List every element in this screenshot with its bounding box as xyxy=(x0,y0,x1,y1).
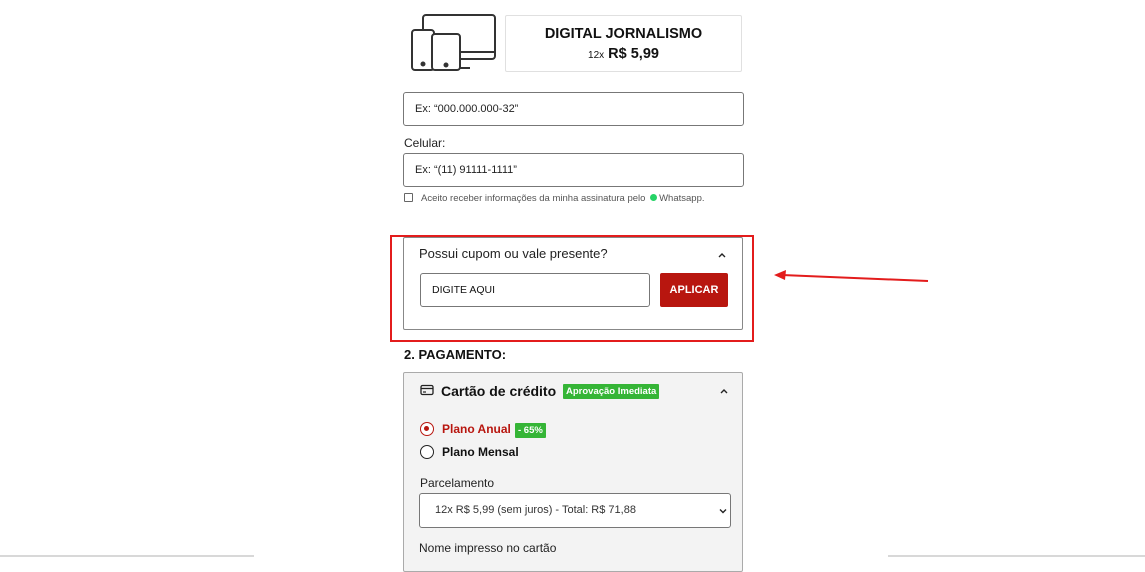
product-price: 12x R$ 5,99 xyxy=(506,45,741,62)
payment-section-title: 2. PAGAMENTO: xyxy=(404,347,507,362)
coupon-input[interactable]: DIGITE AQUI xyxy=(420,273,650,307)
plan-monthly-radio[interactable] xyxy=(420,445,434,459)
coupon-title: Possui cupom ou vale presente? xyxy=(419,246,608,261)
consent-channel: Whatsapp. xyxy=(659,193,705,204)
credit-card-icon xyxy=(420,384,434,396)
discount-badge: - 65% xyxy=(515,423,546,438)
phone-label: Celular: xyxy=(404,136,446,150)
price-value: R$ 5,99 xyxy=(608,46,659,62)
card-name-label: Nome impresso no cartão xyxy=(419,541,557,555)
plan-annual-radio[interactable] xyxy=(420,422,434,436)
whatsapp-icon xyxy=(650,194,658,201)
installments-select[interactable]: 12x R$ 5,99 (sem juros) - Total: R$ 71,8… xyxy=(419,493,731,528)
approval-badge: Aprovação Imediata xyxy=(563,384,660,399)
phone-input[interactable]: Ex: “(11) 91111-1111” xyxy=(403,153,744,187)
chevron-up-icon[interactable] xyxy=(717,250,727,260)
consent-text: Aceito receber informações da minha assi… xyxy=(421,193,705,204)
plan-monthly-label[interactable]: Plano Mensal xyxy=(442,445,519,459)
whatsapp-consent-checkbox[interactable] xyxy=(404,193,413,202)
devices-icon xyxy=(411,14,496,71)
apply-coupon-button[interactable]: APLICAR xyxy=(660,273,728,307)
product-name: DIGITAL JORNALISMO xyxy=(544,26,703,42)
chevron-up-icon[interactable] xyxy=(719,386,729,396)
cpf-input[interactable]: Ex: “000.000.000-32” xyxy=(403,92,744,126)
product-card: DIGITAL JORNALISMO 12x R$ 5,99 xyxy=(505,15,742,72)
installments-count: 12x xyxy=(588,50,605,61)
plan-annual-label[interactable]: Plano Anual xyxy=(442,422,511,436)
chevron-down-icon xyxy=(719,509,727,514)
credit-card-title[interactable]: Cartão de crédito xyxy=(441,383,556,399)
annotation-arrow-icon xyxy=(774,270,929,282)
installments-label: Parcelamento xyxy=(420,476,495,490)
consent-label: Aceito receber informações da minha assi… xyxy=(421,193,646,204)
